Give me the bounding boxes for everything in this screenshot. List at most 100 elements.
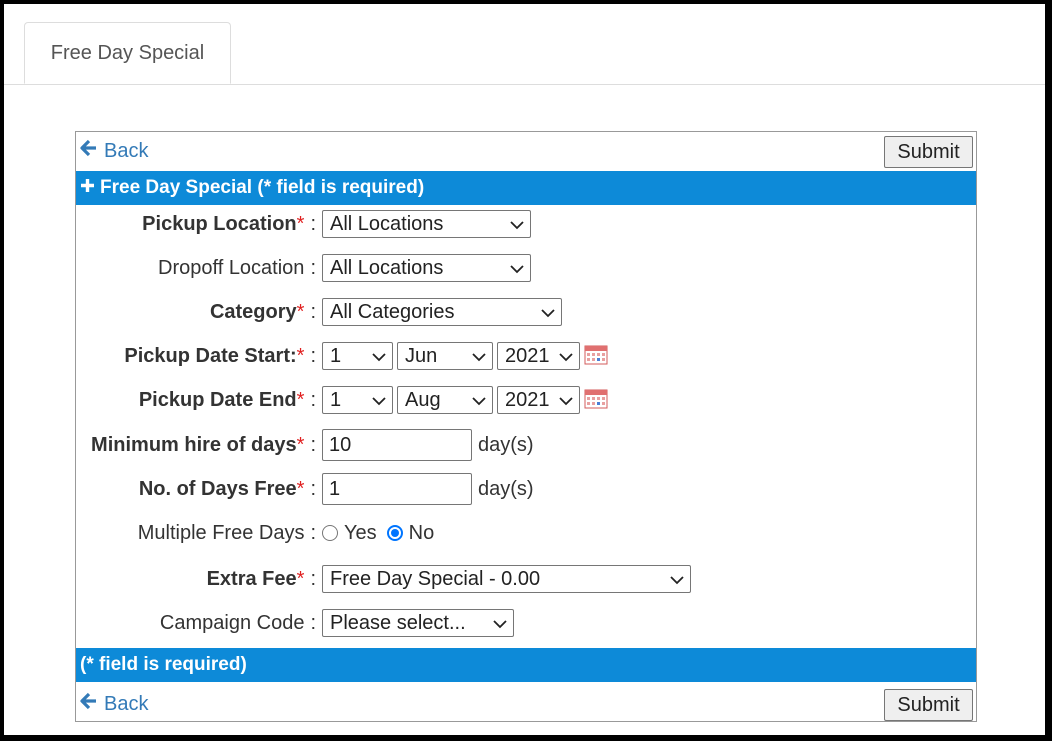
pickup-date-end-row: Pickup Date End *: 1 Aug 2021 <box>76 383 976 417</box>
label-colon: : <box>310 388 316 411</box>
chevron-down-icon <box>559 345 573 368</box>
top-action-row: Back Submit <box>76 132 976 170</box>
calendar-icon[interactable] <box>584 343 608 370</box>
dropoff-location-label: Dropoff Location <box>158 256 305 279</box>
tab-free-day-special[interactable]: Free Day Special <box>24 22 231 84</box>
chevron-down-icon <box>541 301 555 324</box>
chevron-down-icon <box>472 389 486 412</box>
tab-bar: Free Day Special <box>4 4 1045 85</box>
days-free-unit: day(s) <box>478 477 534 500</box>
campaign-code-label: Campaign Code <box>159 611 305 634</box>
extra-fee-label: Extra Fee <box>206 567 297 590</box>
form-footer-text: (* field is required) <box>80 654 247 675</box>
radio-no[interactable] <box>386 525 403 541</box>
required-mark: * <box>296 212 305 235</box>
required-mark: * <box>296 388 305 411</box>
label-colon: : <box>310 433 316 456</box>
days-free-label: No. of Days Free <box>138 477 297 500</box>
arrow-left-icon <box>80 139 98 163</box>
category-value: All Categories <box>330 300 455 323</box>
campaign-code-value: Please select... <box>330 611 466 634</box>
min-hire-days-row: Minimum hire of days*: day(s) <box>76 428 976 462</box>
radio-no-label: No <box>408 521 435 544</box>
back-link[interactable]: Back <box>80 139 148 163</box>
label-colon: : <box>310 521 316 544</box>
arrow-left-icon <box>80 692 98 716</box>
chevron-down-icon <box>372 345 386 368</box>
label-colon: : <box>310 344 316 367</box>
pickup-end-day-value: 1 <box>330 388 342 411</box>
multiple-free-days-no[interactable]: No <box>386 521 435 545</box>
label-colon: : <box>310 611 316 634</box>
required-mark: * <box>296 477 305 500</box>
multiple-free-days-row: Multiple Free Days: Yes No <box>76 516 976 550</box>
dropoff-location-row: Dropoff Location: All Locations <box>76 251 976 285</box>
pickup-start-day-value: 1 <box>330 344 342 367</box>
pickup-start-month-select[interactable]: Jun <box>397 342 493 370</box>
back-link-label: Back <box>104 139 149 162</box>
extra-fee-select[interactable]: Free Day Special - 0.00 <box>322 565 691 593</box>
days-free-row: No. of Days Free*: day(s) <box>76 472 976 506</box>
min-hire-days-label: Minimum hire of days <box>91 433 297 456</box>
radio-yes-label: Yes <box>344 521 377 544</box>
pickup-start-year-select[interactable]: 2021 <box>497 342 580 370</box>
multiple-free-days-label: Multiple Free Days <box>137 521 305 544</box>
form-header-bar: Free Day Special (* field is required) <box>76 171 976 205</box>
radio-yes[interactable] <box>322 525 338 541</box>
required-mark: * <box>296 433 305 456</box>
tab-label: Free Day Special <box>50 41 205 64</box>
pickup-end-month-value: Aug <box>405 388 441 411</box>
pickup-location-select[interactable]: All Locations <box>322 210 531 238</box>
label-colon: : <box>310 300 316 323</box>
required-mark: * <box>296 300 305 323</box>
bottom-action-row: Back Submit <box>76 685 976 723</box>
pickup-location-value: All Locations <box>330 212 444 235</box>
extra-fee-value: Free Day Special - 0.00 <box>330 567 541 590</box>
chevron-down-icon <box>372 389 386 412</box>
campaign-code-row: Campaign Code: Please select... <box>76 606 976 640</box>
pickup-start-month-value: Jun <box>405 344 438 367</box>
back-link-bottom[interactable]: Back <box>80 692 148 716</box>
pickup-date-start-label: Pickup Date Start: <box>124 344 297 367</box>
label-colon: : <box>310 212 316 235</box>
label-colon: : <box>310 256 316 279</box>
min-hire-days-input[interactable] <box>322 429 472 461</box>
chevron-down-icon <box>670 568 684 591</box>
back-link-label: Back <box>104 692 149 715</box>
chevron-down-icon <box>559 389 573 412</box>
category-label: Category <box>209 300 297 323</box>
calendar-icon[interactable] <box>584 387 608 414</box>
extra-fee-row: Extra Fee *: Free Day Special - 0.00 <box>76 562 976 596</box>
pickup-location-label: Pickup Location <box>142 212 297 235</box>
dropoff-location-select[interactable]: All Locations <box>322 254 531 282</box>
form-header-title: Free Day Special (* field is required) <box>100 177 425 198</box>
dropoff-location-value: All Locations <box>330 256 444 279</box>
chevron-down-icon <box>510 257 524 280</box>
campaign-code-select[interactable]: Please select... <box>322 609 514 637</box>
category-row: Category *: All Categories <box>76 295 976 329</box>
category-select[interactable]: All Categories <box>322 298 562 326</box>
pickup-end-year-value: 2021 <box>505 388 550 411</box>
pickup-location-row: Pickup Location *: All Locations <box>76 207 976 241</box>
pickup-date-end-label: Pickup Date End <box>138 388 297 411</box>
form-panel: Back Submit Free Day Special (* field is… <box>75 131 977 722</box>
pickup-date-start-row: Pickup Date Start: *: 1 Jun 2021 <box>76 339 976 373</box>
multiple-free-days-yes[interactable]: Yes <box>322 522 377 545</box>
chevron-down-icon <box>493 612 507 635</box>
required-mark: * <box>296 344 305 367</box>
pickup-end-year-select[interactable]: 2021 <box>497 386 580 414</box>
chevron-down-icon <box>510 213 524 236</box>
days-free-input[interactable] <box>322 473 472 505</box>
form-footer-bar: (* field is required) <box>76 648 976 682</box>
label-colon: : <box>310 567 316 590</box>
pickup-end-day-select[interactable]: 1 <box>322 386 393 414</box>
pickup-start-year-value: 2021 <box>505 344 550 367</box>
pickup-start-day-select[interactable]: 1 <box>322 342 393 370</box>
min-hire-days-unit: day(s) <box>478 433 534 456</box>
pickup-end-month-select[interactable]: Aug <box>397 386 493 414</box>
chevron-down-icon <box>472 345 486 368</box>
submit-button-bottom[interactable]: Submit <box>884 689 973 721</box>
submit-button[interactable]: Submit <box>884 136 973 168</box>
plus-icon <box>80 177 95 199</box>
label-colon: : <box>310 477 316 500</box>
